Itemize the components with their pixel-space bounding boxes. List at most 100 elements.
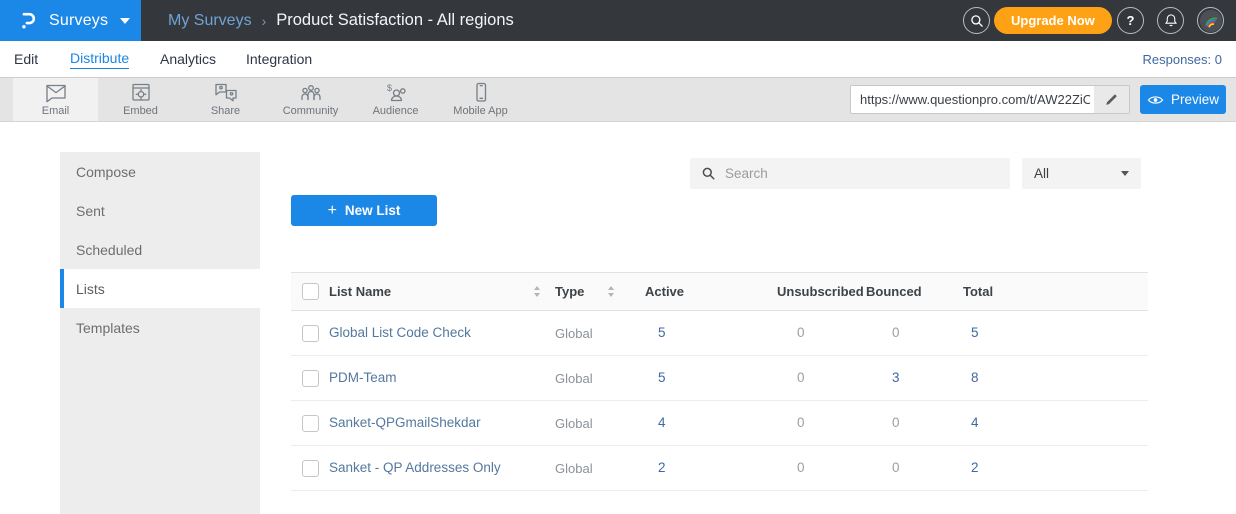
tab-integration[interactable]: Integration	[246, 41, 312, 77]
table-row[interactable]: Sanket-QPGmailShekdar Global 4 0 0 4	[291, 401, 1148, 446]
list-filter-dropdown[interactable]: All	[1022, 158, 1141, 189]
sidebar-item-templates[interactable]: Templates	[60, 308, 260, 347]
active-count-link[interactable]: 5	[658, 325, 666, 340]
audience-icon: $	[384, 82, 408, 103]
bounced-count[interactable]: 3	[892, 370, 900, 385]
list-type: Global	[555, 401, 607, 446]
eye-icon	[1147, 94, 1164, 106]
channel-embed[interactable]: Embed	[98, 78, 183, 121]
avatar-rainbow-icon	[1199, 9, 1223, 33]
list-search-input[interactable]	[725, 166, 999, 181]
surveys-menu[interactable]: Surveys	[0, 0, 141, 41]
unsubscribed-count[interactable]: 0	[797, 415, 805, 430]
sort-type-icon[interactable]	[607, 273, 645, 311]
row-checkbox[interactable]	[302, 460, 319, 477]
table-row[interactable]: Global List Code Check Global 5 0 0 5	[291, 311, 1148, 356]
email-icon	[44, 82, 68, 103]
total-count-link[interactable]: 5	[971, 325, 979, 340]
row-checkbox[interactable]	[302, 370, 319, 387]
new-list-label: New List	[345, 203, 401, 218]
channel-email[interactable]: Email	[13, 78, 98, 121]
new-list-button[interactable]: + New List	[291, 195, 437, 226]
chevron-down-icon	[1121, 171, 1129, 176]
sidebar-item-compose[interactable]: Compose	[60, 152, 260, 191]
total-count-link[interactable]: 2	[971, 460, 979, 475]
tab-edit[interactable]: Edit	[14, 41, 38, 77]
embed-icon	[129, 82, 153, 103]
sidebar-item-scheduled[interactable]: Scheduled	[60, 230, 260, 269]
channel-mobile-app[interactable]: Mobile App	[438, 78, 523, 121]
surveys-menu-label: Surveys	[49, 12, 108, 30]
total-count-link[interactable]: 8	[971, 370, 979, 385]
upgrade-now-button[interactable]: Upgrade Now	[994, 7, 1112, 34]
channel-audience-label: Audience	[373, 105, 419, 117]
top-bar: Surveys My Surveys › Product Satisfactio…	[0, 0, 1236, 41]
bell-icon	[1163, 12, 1179, 29]
mobile-app-icon	[469, 82, 493, 103]
active-count-link[interactable]: 4	[658, 415, 666, 430]
row-checkbox[interactable]	[302, 415, 319, 432]
preview-button[interactable]: Preview	[1140, 85, 1226, 114]
select-all-checkbox[interactable]	[302, 283, 319, 300]
search-icon	[969, 13, 985, 29]
tab-analytics[interactable]: Analytics	[160, 41, 216, 77]
total-count-link[interactable]: 4	[971, 415, 979, 430]
survey-url-input[interactable]	[851, 86, 1094, 113]
question-mark-icon: ?	[1127, 13, 1135, 28]
sort-list-name-icon[interactable]	[533, 273, 555, 311]
active-count-link[interactable]: 5	[658, 370, 666, 385]
account-avatar[interactable]	[1197, 7, 1224, 34]
bounced-count[interactable]: 0	[892, 460, 900, 475]
email-sidebar: Compose Sent Scheduled Lists Templates	[60, 152, 260, 514]
channel-tabs: Email Embed	[13, 78, 523, 121]
edit-url-button[interactable]	[1094, 86, 1129, 113]
breadcrumb-current-survey: Product Satisfaction - All regions	[276, 11, 514, 30]
filter-value: All	[1034, 166, 1049, 181]
channel-audience[interactable]: $ Audience	[353, 78, 438, 121]
active-count-link[interactable]: 2	[658, 460, 666, 475]
survey-url-box	[850, 85, 1130, 114]
column-header-bounced: Bounced	[866, 273, 963, 311]
list-type: Global	[555, 446, 607, 491]
table-row[interactable]: Sanket - QP Addresses Only Global 2 0 0 …	[291, 446, 1148, 491]
community-icon	[298, 82, 324, 103]
breadcrumb-my-surveys[interactable]: My Surveys	[168, 12, 252, 30]
table-row[interactable]: PDM-Team Global 5 0 3 8	[291, 356, 1148, 401]
list-type: Global	[555, 311, 607, 356]
preview-label: Preview	[1171, 92, 1219, 107]
unsubscribed-count[interactable]: 0	[797, 370, 805, 385]
bounced-count[interactable]: 0	[892, 415, 900, 430]
column-header-type[interactable]: Type	[555, 273, 607, 311]
search-button[interactable]	[963, 7, 990, 34]
sidebar-item-lists[interactable]: Lists	[60, 269, 260, 308]
survey-nav: Edit Distribute Analytics Integration Re…	[0, 41, 1236, 77]
list-name-link[interactable]: Global List Code Check	[329, 325, 471, 340]
chevron-down-icon	[120, 18, 130, 24]
channel-mobile-app-label: Mobile App	[453, 105, 507, 117]
breadcrumb-separator-icon: ›	[262, 13, 267, 29]
list-search-box	[690, 158, 1010, 189]
lists-table: List Name Type Active Unsubscribed Bounc…	[291, 272, 1148, 491]
unsubscribed-count[interactable]: 0	[797, 325, 805, 340]
table-header-row: List Name Type Active Unsubscribed Bounc…	[291, 273, 1148, 311]
row-checkbox[interactable]	[302, 325, 319, 342]
list-name-link[interactable]: Sanket-QPGmailShekdar	[329, 415, 481, 430]
list-name-link[interactable]: PDM-Team	[329, 370, 397, 385]
sidebar-item-sent[interactable]: Sent	[60, 191, 260, 230]
channel-community[interactable]: Community	[268, 78, 353, 121]
list-type: Global	[555, 356, 607, 401]
responses-count[interactable]: Responses: 0	[1143, 41, 1223, 77]
help-button[interactable]: ?	[1117, 7, 1144, 34]
plus-icon: +	[328, 202, 337, 220]
tab-distribute[interactable]: Distribute	[70, 41, 129, 77]
unsubscribed-count[interactable]: 0	[797, 460, 805, 475]
channel-share[interactable]: Share	[183, 78, 268, 121]
column-header-total: Total	[963, 273, 1148, 311]
distribute-toolbar: Email Embed	[0, 77, 1236, 122]
bounced-count[interactable]: 0	[892, 325, 900, 340]
notifications-button[interactable]	[1157, 7, 1184, 34]
column-header-list-name[interactable]: List Name	[329, 273, 533, 311]
list-name-link[interactable]: Sanket - QP Addresses Only	[329, 460, 501, 475]
channel-embed-label: Embed	[123, 105, 158, 117]
column-header-active: Active	[645, 273, 777, 311]
